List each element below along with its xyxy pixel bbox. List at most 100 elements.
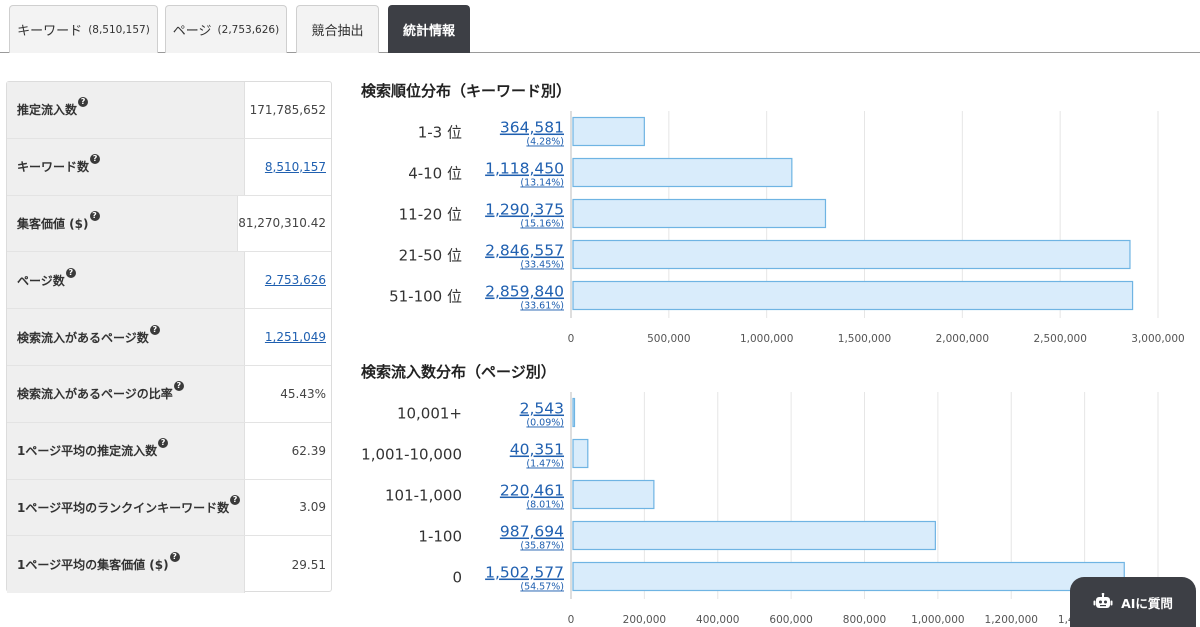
- x-tick-label: 800,000: [843, 614, 886, 625]
- robot-icon: [1093, 593, 1113, 608]
- stats-row: 1ページ平均の集客価値 ($)? 29.51: [7, 536, 331, 594]
- tab-pages[interactable]: ページ (2,753,626): [165, 5, 287, 53]
- bar: [572, 397, 576, 428]
- stats-label: キーワード数?: [7, 138, 245, 195]
- x-tick-label: 2,000,000: [936, 333, 989, 345]
- bar: [572, 239, 1131, 270]
- x-tick-label: 2,500,000: [1033, 333, 1086, 345]
- value-label-link[interactable]: 1,502,577: [485, 564, 564, 582]
- x-tick-label: 0: [568, 333, 575, 345]
- ask-ai-label: AIに質問: [1121, 595, 1173, 611]
- chart-title-rank-distribution: 検索順位分布（キーワード別）: [361, 82, 572, 100]
- stats-label: 1ページ平均の推定流入数?: [7, 422, 245, 479]
- stats-row: ページ数? 2,753,626: [7, 252, 331, 310]
- x-tick-label: 0: [568, 614, 575, 625]
- stats-value: 29.51: [291, 557, 326, 572]
- tab-keywords[interactable]: キーワード (8,510,157): [9, 5, 158, 53]
- stats-label-text: 推定流入数: [17, 103, 78, 118]
- value-label-link[interactable]: 2,543: [520, 400, 564, 418]
- value-label-link[interactable]: 220,461: [500, 482, 564, 500]
- bar: [572, 561, 1125, 592]
- stats-label: 検索流入があるページ数?: [7, 309, 245, 365]
- percent-label: (15.16%): [520, 219, 564, 230]
- stats-label: 集客価値 ($)?: [7, 195, 239, 252]
- stats-row: 集客価値 ($)? 81,270,310.42: [7, 195, 331, 253]
- stats-label: 1ページ平均のランクインキーワード数?: [7, 479, 245, 536]
- tab-label: 統計情報: [402, 24, 455, 39]
- stats-value: 62.39: [291, 443, 326, 458]
- value-label-link[interactable]: 2,846,557: [485, 242, 564, 260]
- help-icon[interactable]: ?: [149, 324, 160, 335]
- percent-label: (54.57%): [520, 582, 564, 593]
- stats-value: 45.43%: [280, 386, 326, 401]
- x-tick-label: 1,500,000: [838, 333, 891, 345]
- stats-value-link[interactable]: 8,510,157: [265, 160, 326, 174]
- tab-count: (8,510,157): [88, 23, 150, 36]
- stats-label-text: 1ページ平均の集客価値 ($): [17, 558, 169, 573]
- help-icon[interactable]: ?: [78, 97, 89, 108]
- x-tick-label: 1,000,000: [740, 333, 793, 345]
- percent-label: (0.09%): [526, 418, 564, 429]
- tab-competitors[interactable]: 競合抽出: [296, 5, 379, 53]
- stats-label: 推定流入数?: [7, 82, 245, 138]
- stats-label-text: キーワード数: [17, 160, 90, 175]
- stats-label: 検索流入があるページの比率?: [7, 365, 245, 422]
- help-icon[interactable]: ?: [173, 381, 184, 392]
- tab-statistics[interactable]: 統計情報: [388, 5, 470, 53]
- tab-label: ページ: [172, 24, 212, 39]
- tab-label: キーワード: [17, 24, 83, 39]
- bar: [572, 198, 827, 229]
- stats-label: ページ数?: [7, 252, 245, 309]
- stats-value: 1,251,049: [245, 309, 331, 365]
- value-label-link[interactable]: 987,694: [500, 523, 564, 541]
- bar: [572, 479, 655, 510]
- percent-label: (35.87%): [520, 541, 564, 552]
- stats-row: 1ページ平均のランクインキーワード数? 3.09: [7, 479, 331, 537]
- category-label: 21-50 位: [399, 247, 462, 265]
- category-label: 10,001+: [397, 405, 462, 423]
- stats-value: 3.09: [299, 500, 326, 515]
- value-label-link[interactable]: 40,351: [510, 441, 564, 459]
- help-icon[interactable]: ?: [89, 210, 100, 221]
- help-icon[interactable]: ?: [90, 154, 101, 165]
- category-label: 1-100: [418, 528, 462, 546]
- stats-value: 2,753,626: [245, 252, 331, 308]
- help-icon[interactable]: ?: [230, 494, 241, 505]
- category-label: 1-3 位: [418, 124, 462, 142]
- stats-row: 1ページ平均の推定流入数? 62.39: [7, 422, 331, 480]
- bar: [572, 520, 936, 551]
- x-tick-label: 1,200,000: [985, 614, 1038, 625]
- stats-label-text: 検索流入があるページ数: [17, 330, 149, 345]
- category-label: 0: [452, 569, 462, 587]
- value-label-link[interactable]: 2,859,840: [485, 283, 564, 301]
- ask-ai-button[interactable]: AIに質問: [1070, 577, 1196, 627]
- stats-label-text: ページ数: [17, 273, 65, 288]
- stats-label-text: 集客価値 ($): [17, 216, 89, 231]
- category-label: 101-1,000: [385, 487, 462, 505]
- stats-value-link[interactable]: 1,251,049: [265, 330, 326, 344]
- stats-row: 検索流入があるページの比率? 45.43%: [7, 365, 331, 423]
- tab-count: (2,753,626): [217, 23, 280, 36]
- percent-label: (13.14%): [520, 178, 564, 189]
- stats-label-text: 1ページ平均の推定流入数: [17, 444, 158, 459]
- percent-label: (33.45%): [520, 260, 564, 271]
- bar: [572, 116, 645, 147]
- value-label-link[interactable]: 1,290,375: [485, 201, 564, 219]
- x-tick-label: 600,000: [769, 614, 812, 625]
- x-tick-label: 400,000: [696, 614, 739, 625]
- percent-label: (33.61%): [520, 301, 564, 312]
- value-label-link[interactable]: 364,581: [500, 119, 564, 137]
- help-icon[interactable]: ?: [169, 552, 180, 563]
- help-icon[interactable]: ?: [158, 438, 169, 449]
- help-icon[interactable]: ?: [65, 267, 76, 278]
- value-label-link[interactable]: 1,118,450: [485, 160, 564, 178]
- category-label: 1,001-10,000: [361, 446, 462, 464]
- x-tick-label: 1,000,000: [911, 614, 964, 625]
- category-label: 4-10 位: [408, 165, 462, 183]
- stats-row: 検索流入があるページ数? 1,251,049: [7, 309, 331, 366]
- stats-label-text: 1ページ平均のランクインキーワード数: [17, 500, 230, 515]
- stats-label-text: 検索流入があるページの比率: [17, 387, 173, 402]
- stats-row: 推定流入数? 171,785,652: [7, 82, 331, 139]
- stats-value-link[interactable]: 2,753,626: [265, 273, 326, 287]
- tab-bar: キーワード (8,510,157) ページ (2,753,626) 競合抽出 統…: [0, 0, 1200, 53]
